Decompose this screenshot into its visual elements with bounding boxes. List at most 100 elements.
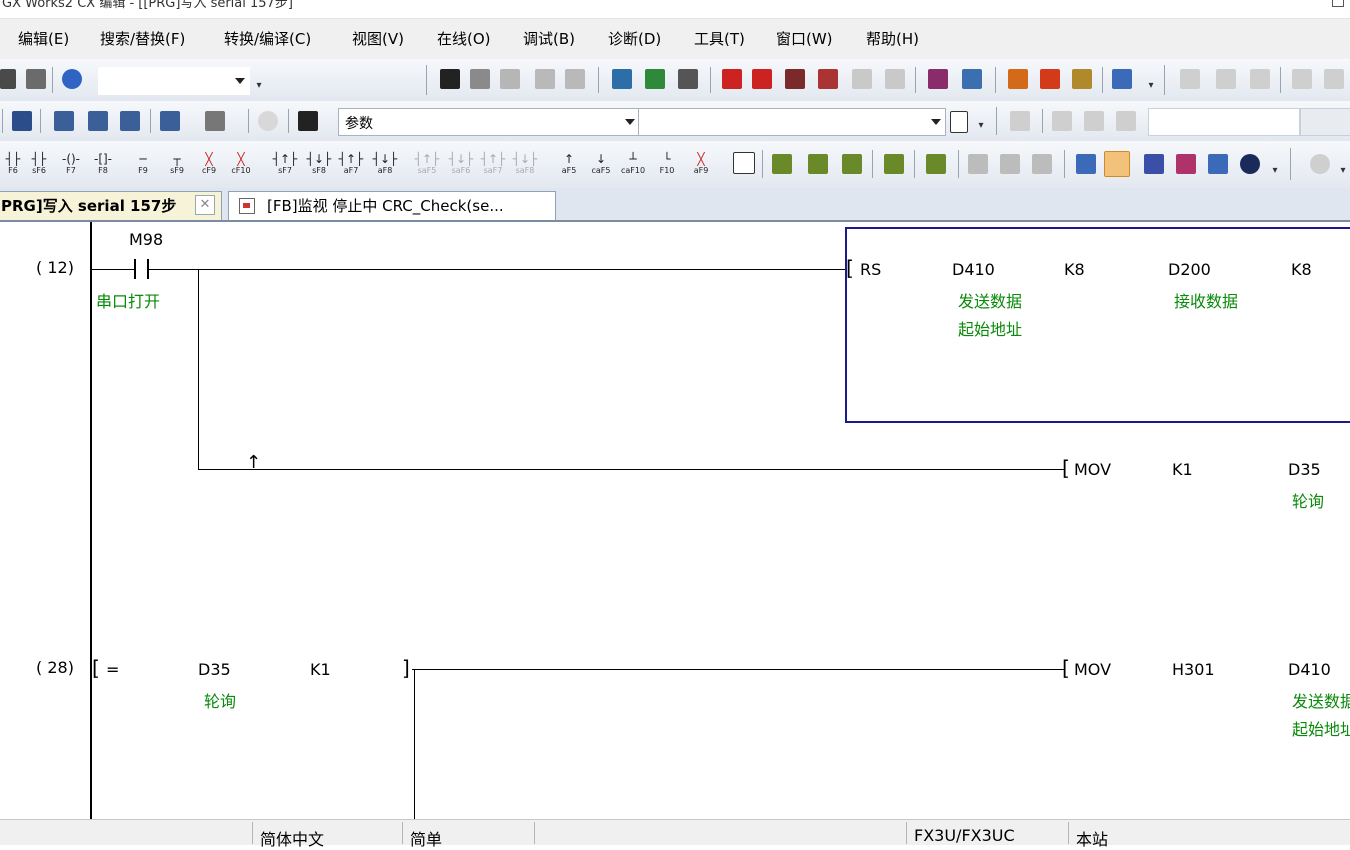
tab-prg-serial[interactable]: PRG]写入 serial 157步 ✕ (0, 191, 222, 220)
toolbar-overflow-icon[interactable]: ▾ (254, 81, 264, 95)
save-icon[interactable] (0, 69, 16, 89)
toolbar-overflow-icon[interactable]: ▾ (1338, 166, 1348, 180)
ladder-tool4-icon[interactable] (884, 154, 904, 174)
ladder-tool12-icon[interactable] (1208, 154, 1228, 174)
toolbar-overflow-icon[interactable]: ▾ (1146, 81, 1156, 95)
fkey-af9-icon[interactable]: ╳ aF9 (688, 152, 714, 178)
ladder-tool5-icon[interactable] (926, 154, 946, 174)
rs-op[interactable]: RS (860, 260, 881, 279)
document-icon[interactable] (950, 111, 968, 133)
fkey-cf9-icon[interactable]: ╳ cF9 (196, 152, 222, 178)
fkey-caf10-icon[interactable]: ┴ caF10 (620, 152, 646, 178)
menu-window[interactable]: 窗口(W) (776, 28, 833, 49)
compare-operand-b[interactable]: K1 (310, 660, 331, 679)
fkey-saf5-icon[interactable]: ┤↑├ saF5 (414, 152, 440, 178)
toolbar-overflow-icon[interactable]: ▾ (976, 121, 986, 135)
question-icon[interactable] (258, 111, 278, 131)
compare-icon[interactable] (1052, 111, 1072, 131)
close-icon[interactable]: ✕ (195, 195, 215, 215)
help2-icon[interactable] (1310, 154, 1330, 174)
mov-op[interactable]: MOV (1074, 460, 1111, 479)
remote-run-icon[interactable] (1040, 69, 1060, 89)
connection-icon[interactable] (1112, 69, 1132, 89)
debug-icon[interactable] (1292, 69, 1312, 89)
split-icon[interactable] (1010, 111, 1030, 131)
rs-param-3[interactable]: D200 (1168, 260, 1211, 279)
copy-icon[interactable] (470, 69, 490, 89)
mov-destination[interactable]: D410 (1288, 660, 1331, 679)
ladder-editor[interactable]: ( 12) M98 串口打开 ↑ [ RS D410 发送数据 起始地址 K8 … (0, 222, 1350, 819)
menu-debug[interactable]: 调试(B) (523, 28, 575, 49)
toolbar2-right-field[interactable] (1148, 108, 1300, 136)
ladder-tool3-icon[interactable] (842, 154, 862, 174)
ladder-tool6-icon[interactable] (968, 154, 988, 174)
menu-online[interactable]: 在线(O) (437, 28, 491, 49)
trace-icon[interactable] (1180, 69, 1200, 89)
paste-icon[interactable] (500, 69, 520, 89)
dev-list-icon[interactable] (54, 111, 74, 131)
toolbar-overflow-icon[interactable]: ▾ (1270, 166, 1280, 180)
device-read-icon[interactable] (678, 69, 698, 89)
ladder-tool9-icon[interactable] (1076, 154, 1096, 174)
dev-batch-icon[interactable] (120, 111, 140, 131)
dev-table-icon[interactable] (88, 111, 108, 131)
menu-search-replace[interactable]: 搜索/替换(F) (100, 28, 185, 49)
mov-op[interactable]: MOV (1074, 660, 1111, 679)
fkey-sf9-icon[interactable]: ┬ sF9 (164, 152, 190, 178)
fkey-cf10-icon[interactable]: ╳ cF10 (228, 152, 254, 178)
print-icon[interactable] (26, 69, 46, 89)
menu-tools[interactable]: 工具(T) (694, 28, 745, 49)
fkey-af7-icon[interactable]: ┤↑├ aF7 (338, 152, 364, 178)
online-change-icon[interactable] (1008, 69, 1028, 89)
mov-source[interactable]: K1 (1172, 460, 1193, 479)
fkey-af8-icon[interactable]: ┤↓├ aF8 (372, 152, 398, 178)
remote-stop-icon[interactable] (1072, 69, 1092, 89)
mov-source[interactable]: H301 (1172, 660, 1215, 679)
fkey-f10-icon[interactable]: └ F10 (654, 152, 680, 178)
fkey-sf8-icon[interactable]: ┤↓├ sF8 (306, 152, 332, 178)
dev-view-icon[interactable] (160, 111, 180, 131)
program-combo[interactable] (638, 108, 946, 136)
step-icon[interactable] (1324, 69, 1344, 89)
fkey-f9-icon[interactable]: ─ F9 (130, 152, 156, 178)
project-item-combo[interactable]: 参数 (338, 108, 640, 136)
binoculars-icon[interactable] (298, 111, 318, 131)
menu-convert-compile[interactable]: 转换/编译(C) (224, 28, 311, 49)
ladder-tool8-icon[interactable] (1032, 154, 1052, 174)
device-write-icon[interactable] (645, 69, 665, 89)
ladder-tool7-icon[interactable] (1000, 154, 1020, 174)
menu-edit[interactable]: 编辑(E) (18, 28, 69, 49)
zoom-icon[interactable] (1240, 154, 1260, 174)
compare-operand-a[interactable]: D35 (198, 660, 231, 679)
monitor-icon[interactable] (818, 69, 838, 89)
list-icon[interactable] (12, 111, 32, 131)
rs-param-4[interactable]: K8 (1291, 260, 1312, 279)
fkey-saf6-icon[interactable]: ┤↓├ saF6 (448, 152, 474, 178)
fkey-af5-icon[interactable]: ↑ aF5 (556, 152, 582, 178)
toolbar1-combo[interactable] (98, 67, 250, 95)
compare-op[interactable]: = (106, 660, 119, 679)
device-icon[interactable] (612, 69, 632, 89)
rs-param-1[interactable]: D410 (952, 260, 995, 279)
monitor-stop-icon[interactable] (852, 69, 872, 89)
ladder-tool11-icon[interactable] (1176, 154, 1196, 174)
fkey-saf7-icon[interactable]: ┤↑├ saF7 (480, 152, 506, 178)
ladder-tool-icon[interactable] (772, 154, 792, 174)
tab-fb-crc-check[interactable]: [FB]监视 停止中 CRC_Check(se... (228, 191, 556, 220)
ladder-tool10-icon[interactable] (1144, 154, 1164, 174)
compare2-icon[interactable] (1084, 111, 1104, 131)
ladder-tool2-icon[interactable] (808, 154, 828, 174)
fkey-saf8-icon[interactable]: ┤↓├ saF8 (512, 152, 538, 178)
menu-view[interactable]: 视图(V) (352, 28, 404, 49)
st-icon[interactable] (733, 152, 755, 174)
rs-param-2[interactable]: K8 (1064, 260, 1085, 279)
fkey-sf7-icon[interactable]: ┤↑├ sF7 (272, 152, 298, 178)
cut-icon[interactable] (440, 69, 460, 89)
help-icon[interactable] (62, 69, 82, 89)
plc-read-icon[interactable] (752, 69, 772, 89)
toolbar2-right-field2[interactable] (1300, 108, 1350, 136)
redo-icon[interactable] (565, 69, 585, 89)
rs-instruction-highlight[interactable] (845, 227, 1350, 423)
fkey-f8-icon[interactable]: -[]- F8 (90, 152, 116, 178)
ladder-tool-active-icon[interactable] (1104, 151, 1130, 177)
